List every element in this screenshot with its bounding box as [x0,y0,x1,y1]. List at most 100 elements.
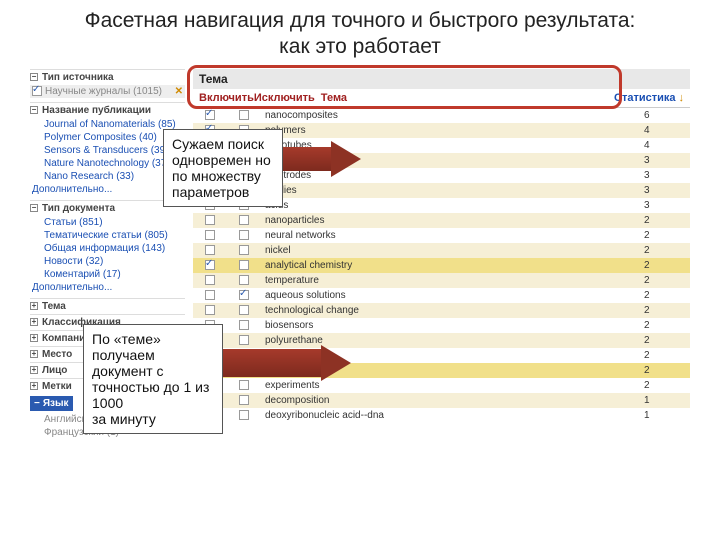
topic-name: polyurethane [261,333,640,348]
callout-narrow-search: Сужаем поиск одновремен но по множеству … [163,129,283,207]
facet-item[interactable]: Journal of Nanomaterials (85) [30,118,185,131]
topic-name: neural networks [261,228,640,243]
topic-count: 3 [640,183,690,198]
show-more-link[interactable]: Дополнительно... [30,281,185,294]
topic-row[interactable]: nickel2 [193,243,690,258]
topic-count: 3 [640,198,690,213]
exclude-checkbox[interactable] [239,410,249,420]
facet-item[interactable]: Polymer Composites (40) [30,131,185,144]
col-include[interactable]: Включить [199,92,254,104]
topic-count: 1 [640,408,690,423]
topic-name: deoxyribonucleic acid--dna [261,408,640,423]
checkbox-icon [32,86,42,96]
facet-item[interactable]: Статьи (851) [30,216,185,229]
topic-row[interactable]: biosensors2 [193,318,690,333]
topic-name: biosensors [261,318,640,333]
panel-title: Тема [193,69,690,89]
facet-pub-title: −Название публикации Journal of Nanomate… [30,102,185,196]
topic-name: nanoparticles [261,213,640,228]
include-checkbox[interactable] [205,230,215,240]
exclude-checkbox[interactable] [239,245,249,255]
exclude-checkbox[interactable] [239,275,249,285]
topic-count: 2 [640,348,690,363]
facet-language-active[interactable]: −Язык [30,396,73,411]
facet-item[interactable]: Коментарий (17) [30,268,185,281]
facet-selected-chip[interactable]: Научные журналы (1015) ✕ [30,85,185,98]
sort-icon[interactable]: ↓ [679,92,685,104]
facet-item[interactable]: Общая информация (143) [30,242,185,255]
topic-count: 2 [640,288,690,303]
remove-icon[interactable]: ✕ [175,86,183,97]
collapse-icon: − [30,204,38,212]
topic-row[interactable]: aqueous solutions2 [193,288,690,303]
include-checkbox[interactable] [205,215,215,225]
topic-count: 2 [640,303,690,318]
topic-name: technological change [261,303,640,318]
topic-count: 2 [640,363,690,378]
facet-label: Язык [43,398,69,409]
topic-row[interactable]: temperature2 [193,273,690,288]
topic-count: 2 [640,228,690,243]
col-tema: Тема [321,92,347,104]
facet-item[interactable]: Sensors & Transducers (39) [30,144,185,157]
panel-header-row: ВключитьИсключить Тема Статистика ↓ [193,89,690,108]
topic-count: 2 [640,378,690,393]
topic-panel: Тема ВключитьИсключить Тема Статистика ↓… [193,69,690,439]
topic-row[interactable]: decomposition1 [193,393,690,408]
include-checkbox[interactable] [205,260,215,270]
exclude-checkbox[interactable] [239,305,249,315]
include-checkbox[interactable] [205,110,215,120]
col-exclude[interactable]: Исключить [254,92,315,104]
facet-item[interactable]: Тематические статьи (805) [30,229,185,242]
facet-label: Место [42,349,72,360]
topic-name: experiments [261,378,640,393]
topic-row[interactable]: deoxyribonucleic acid--dna1 [193,408,690,423]
topic-name: studies [261,183,640,198]
collapse-icon: − [34,398,40,409]
exclude-checkbox[interactable] [239,230,249,240]
include-checkbox[interactable] [205,305,215,315]
topic-name: analytical chemistry [261,258,640,273]
include-checkbox[interactable] [205,245,215,255]
exclude-checkbox[interactable] [239,110,249,120]
expand-icon: + [30,334,38,342]
facet-label: Название публикации [42,105,151,116]
callout-precision: По «теме» получаем документ с точностью … [83,324,223,435]
topic-name: decomposition [261,393,640,408]
topic-row[interactable]: analytical chemistry2 [193,258,690,273]
topic-row[interactable]: nanoparticles2 [193,213,690,228]
facet-value: Научные журналы (1015) [45,86,162,97]
exclude-checkbox[interactable] [239,215,249,225]
exclude-checkbox[interactable] [239,380,249,390]
topic-count: 2 [640,213,690,228]
topic-row[interactable]: polyurethane2 [193,333,690,348]
col-stat[interactable]: Статистика [614,92,676,104]
facet-item[interactable]: Nano Research (33) [30,170,185,183]
exclude-checkbox[interactable] [239,290,249,300]
include-checkbox[interactable] [205,290,215,300]
facet-label: Метки [42,381,72,392]
facet-tema[interactable]: +Тема [30,298,185,314]
topic-count: 4 [640,123,690,138]
facet-label: Тема [42,301,66,312]
exclude-checkbox[interactable] [239,335,249,345]
facet-source-type[interactable]: −Тип источника [30,69,185,85]
show-more-link[interactable]: Дополнительно... [30,183,185,196]
exclude-checkbox[interactable] [239,320,249,330]
topic-count: 3 [640,168,690,183]
topic-name: nanocomposites [261,108,640,123]
topic-name: aqueous solutions [261,288,640,303]
topic-row[interactable]: neural networks2 [193,228,690,243]
exclude-checkbox[interactable] [239,260,249,270]
exclude-checkbox[interactable] [239,395,249,405]
topic-row[interactable]: nanocomposites6 [193,108,690,123]
topic-row[interactable]: experiments2 [193,378,690,393]
topic-row[interactable]: technological change2 [193,303,690,318]
include-checkbox[interactable] [205,275,215,285]
facet-item[interactable]: Nature Nanotechnology (37) [30,157,185,170]
topic-count: 2 [640,243,690,258]
topic-count: 3 [640,153,690,168]
facet-label: Тип источника [42,72,114,83]
expand-icon: + [30,350,38,358]
facet-item[interactable]: Новости (32) [30,255,185,268]
